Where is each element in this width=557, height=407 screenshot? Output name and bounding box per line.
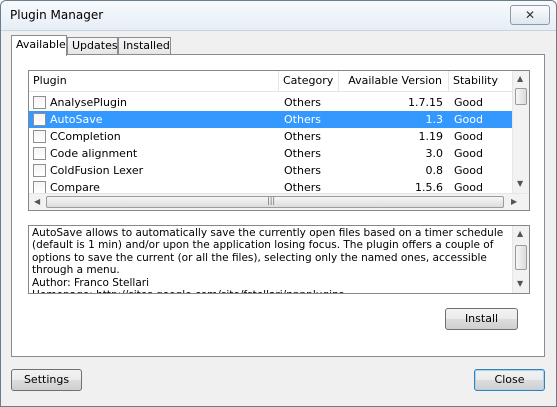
install-button[interactable]: Install xyxy=(445,308,518,330)
close-button[interactable]: Close xyxy=(474,369,545,391)
column-header-category[interactable]: Category xyxy=(279,71,339,92)
plugin-version: 1.7.15 xyxy=(408,96,443,109)
plugin-stability: Good xyxy=(454,147,483,160)
plugin-list-horizontal-scrollbar[interactable]: ◀ ||| ▶ xyxy=(29,193,529,210)
column-header-plugin[interactable]: Plugin xyxy=(29,71,279,92)
plugin-name: Code alignment xyxy=(50,147,138,160)
grip-icon: ||| xyxy=(267,196,276,205)
plugin-name: AnalysePlugin xyxy=(50,96,127,109)
plugin-stability: Good xyxy=(454,96,483,109)
plugin-version: 1.3 xyxy=(425,113,444,126)
plugin-stability: Good xyxy=(454,164,483,177)
description-scroll-thumb[interactable] xyxy=(515,245,527,270)
scroll-up-icon[interactable]: ▲ xyxy=(517,74,523,83)
plugin-stability: Good xyxy=(454,113,483,126)
plugin-name: CCompletion xyxy=(50,130,121,143)
tab-updates[interactable]: Updates xyxy=(67,37,118,55)
scroll-down-icon[interactable]: ▼ xyxy=(517,179,523,188)
row-checkbox[interactable] xyxy=(33,130,46,143)
plugin-version: 1.19 xyxy=(418,130,444,143)
available-tab-panel: Plugin Category Available Version Stabil… xyxy=(11,54,545,357)
title-bar: Plugin Manager ✕ xyxy=(1,1,556,31)
tab-installed[interactable]: Installed xyxy=(118,37,171,55)
plugin-category: Others xyxy=(284,164,321,177)
plugin-version: 3.0 xyxy=(425,147,444,160)
plugin-category: Others xyxy=(284,147,321,160)
column-header-available-version[interactable]: Available Version xyxy=(339,71,449,92)
plugin-stability: Good xyxy=(454,130,483,143)
plugin-name: AutoSave xyxy=(50,113,103,126)
settings-button[interactable]: Settings xyxy=(11,369,82,391)
row-checkbox[interactable] xyxy=(33,147,46,160)
table-row-selected[interactable]: AutoSave Others 1.3 Good xyxy=(29,111,513,128)
horizontal-scroll-thumb[interactable]: ||| xyxy=(46,196,504,208)
window-close-icon[interactable]: ✕ xyxy=(510,5,550,25)
plugin-description-text: AutoSave allows to automatically save th… xyxy=(32,227,504,293)
plugin-list-header: Plugin Category Available Version Stabil… xyxy=(29,71,513,92)
plugin-name: ColdFusion Lexer xyxy=(50,164,144,177)
description-vertical-scrollbar[interactable]: ▲ ▼ xyxy=(512,226,529,293)
tab-available[interactable]: Available xyxy=(11,35,67,56)
plugin-category: Others xyxy=(284,130,321,143)
column-header-stability[interactable]: Stability xyxy=(449,71,513,92)
plugin-list[interactable]: Plugin Category Available Version Stabil… xyxy=(28,70,530,211)
scroll-left-icon[interactable]: ◀ xyxy=(34,197,40,206)
table-row[interactable]: AnalysePlugin Others 1.7.15 Good xyxy=(29,94,513,111)
window-title: Plugin Manager xyxy=(10,8,104,22)
plugin-version: 0.8 xyxy=(425,164,444,177)
scroll-up-icon[interactable]: ▲ xyxy=(517,229,523,238)
vertical-scroll-thumb[interactable] xyxy=(515,88,527,105)
plugin-category: Others xyxy=(284,96,321,109)
table-row[interactable]: ColdFusion Lexer Others 0.8 Good xyxy=(29,162,513,179)
row-checkbox[interactable] xyxy=(33,96,46,109)
row-checkbox[interactable] xyxy=(33,113,46,126)
table-row[interactable]: CCompletion Others 1.19 Good xyxy=(29,128,513,145)
plugin-category: Others xyxy=(284,113,321,126)
plugin-description-box[interactable]: AutoSave allows to automatically save th… xyxy=(28,225,530,294)
table-row[interactable]: Code alignment Others 3.0 Good xyxy=(29,145,513,162)
plugin-list-vertical-scrollbar[interactable]: ▲ ▼ xyxy=(512,71,529,194)
scroll-down-icon[interactable]: ▼ xyxy=(517,279,523,288)
scroll-right-icon[interactable]: ▶ xyxy=(511,197,517,206)
plugin-manager-window: Plugin Manager ✕ Available Updates Insta… xyxy=(0,0,557,407)
row-checkbox[interactable] xyxy=(33,164,46,177)
